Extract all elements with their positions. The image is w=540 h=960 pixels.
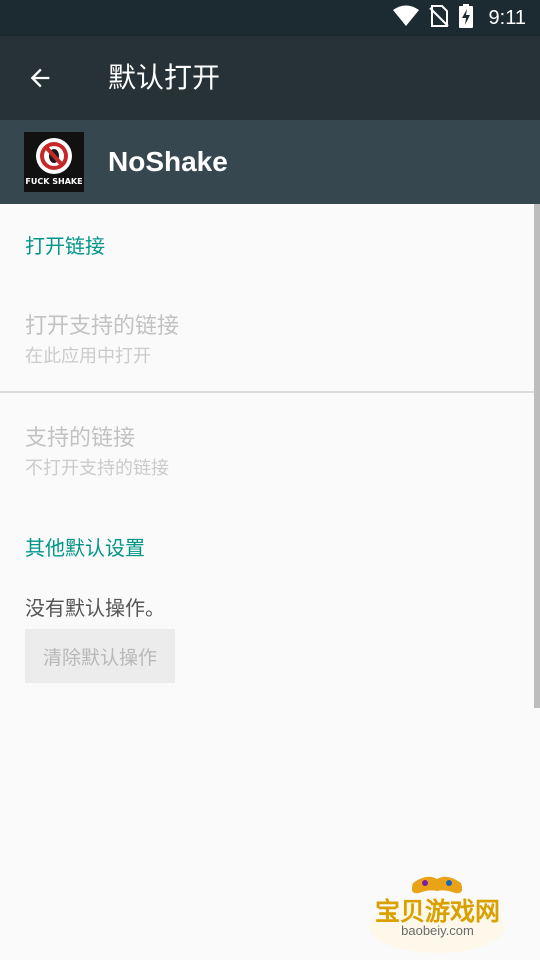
clear-defaults-button[interactable]: 清除默认操作 <box>25 629 175 683</box>
no-default-text: 没有默认操作。 <box>25 596 165 620</box>
divider <box>0 391 540 393</box>
app-header: FUCK SHAKE NoShake <box>0 120 540 204</box>
status-time: 9:11 <box>488 6 526 29</box>
status-bar: 9:11 <box>0 0 540 36</box>
watermark-url: baobeiy.com <box>401 923 474 938</box>
watermark: 宝贝游戏网 baobeiy.com <box>365 865 510 955</box>
wifi-icon <box>392 5 419 31</box>
status-icons: 9:11 <box>392 0 526 36</box>
pref-title: 打开支持的链接 <box>25 314 180 339</box>
app-name: NoShake <box>108 146 228 177</box>
pref-summary: 在此应用中打开 <box>25 346 151 367</box>
app-icon: FUCK SHAKE <box>24 132 84 192</box>
toolbar: 默认打开 <box>0 36 540 120</box>
arrow-back-icon <box>30 68 50 88</box>
page-title: 默认打开 <box>108 61 221 94</box>
section-header-open-links: 打开链接 <box>25 234 105 258</box>
back-button[interactable] <box>18 56 62 100</box>
app-icon-text: FUCK SHAKE <box>25 177 83 186</box>
battery-charging-icon <box>458 4 473 32</box>
scrollbar[interactable] <box>534 204 540 708</box>
pref-title: 支持的链接 <box>25 426 136 451</box>
section-header-other-defaults: 其他默认设置 <box>25 536 145 560</box>
pref-summary: 不打开支持的链接 <box>25 458 169 479</box>
no-sim-icon <box>428 5 449 31</box>
